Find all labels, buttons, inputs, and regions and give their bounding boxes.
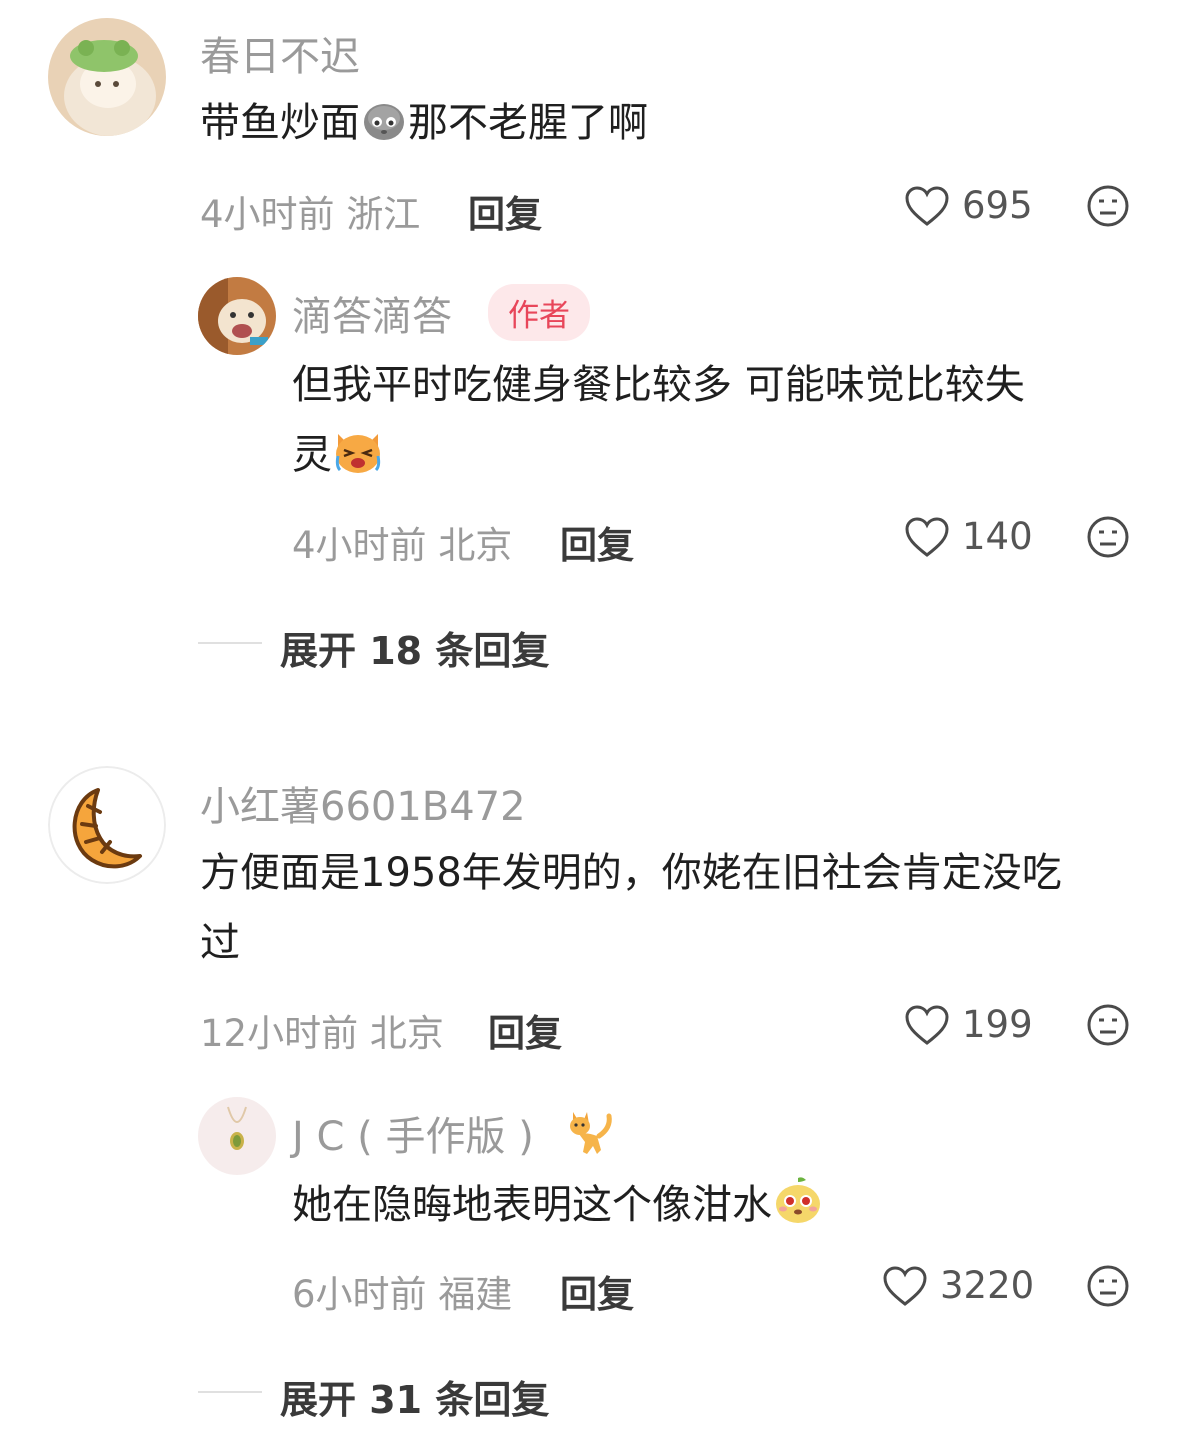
heart-outline-icon[interactable] (904, 516, 950, 558)
expand-replies-button[interactable]: 展开 31 条回复 (280, 1369, 549, 1424)
comment-time: 12小时前 (200, 1012, 359, 1055)
reply-time: 6小时前 (292, 1273, 427, 1316)
meh-face-icon[interactable] (1086, 184, 1130, 228)
reply-meta: 4小时前 北京 (292, 515, 512, 569)
crying-cat-emoji-icon (332, 426, 384, 498)
heart-outline-icon[interactable] (904, 185, 950, 227)
reply-location: 北京 (438, 524, 513, 567)
like-count: 140 (962, 515, 1033, 558)
pear-face-emoji-icon (772, 1174, 824, 1248)
expand-divider (198, 1391, 262, 1393)
expand-replies-button[interactable]: 展开 18 条回复 (280, 620, 549, 675)
avatar[interactable] (48, 18, 166, 136)
heart-outline-icon[interactable] (904, 1004, 950, 1046)
reply-text: 她在隐晦地表明这个像泔水 (292, 1170, 824, 1248)
reply-time: 4小时前 (292, 524, 427, 567)
comment-text-line: 方便面是1958年发明的，你姥在旧社会肯定没吃 (200, 850, 1062, 896)
reply-username[interactable]: J C ( 手作版 ) (292, 1104, 617, 1168)
meh-face-icon[interactable] (1086, 515, 1130, 559)
reply-button[interactable]: 回复 (560, 515, 634, 569)
reply-text-line: 但我平时吃健身餐比较多 可能味觉比较失 (292, 362, 1025, 408)
comment-text-before: 带鱼炒面 (200, 100, 360, 146)
comment-location: 北京 (369, 1012, 444, 1055)
cat-emoji-icon (565, 1106, 617, 1168)
meh-face-icon[interactable] (1086, 1264, 1130, 1308)
like-count: 3220 (940, 1264, 1035, 1307)
expand-divider (198, 642, 262, 644)
reply-meta: 6小时前 福建 (292, 1264, 512, 1318)
like-count: 199 (962, 1003, 1033, 1046)
heart-outline-icon[interactable] (882, 1265, 928, 1307)
avatar[interactable] (198, 1097, 276, 1175)
reply-button[interactable]: 回复 (468, 184, 542, 238)
comment-text: 方便面是1958年发明的，你姥在旧社会肯定没吃 过 (200, 838, 1180, 978)
comment-location: 浙江 (346, 193, 421, 236)
comment-text: 带鱼炒面 那不老腥了啊 (200, 88, 648, 166)
meh-face-icon[interactable] (1086, 1003, 1130, 1047)
comment-time: 4小时前 (200, 193, 335, 236)
reply-text-line: 灵 (292, 420, 1172, 498)
like-count: 695 (962, 184, 1033, 227)
reply-text: 但我平时吃健身餐比较多 可能味觉比较失 灵 (292, 350, 1172, 498)
rock-face-emoji-icon (360, 96, 408, 166)
avatar[interactable] (48, 766, 166, 884)
avatar[interactable] (198, 277, 276, 355)
reply-button[interactable]: 回复 (560, 1264, 634, 1318)
comment-username[interactable]: 春日不迟 (200, 24, 360, 82)
reply-location: 福建 (438, 1273, 513, 1316)
reply-text-line2: 灵 (292, 432, 332, 478)
comment-meta: 12小时前 北京 (200, 1003, 444, 1057)
reply-button[interactable]: 回复 (488, 1003, 562, 1057)
comment-text-line: 过 (200, 920, 240, 966)
comment-meta: 4小时前 浙江 (200, 184, 420, 238)
reply-username-text: J C ( 手作版 ) (292, 1114, 534, 1160)
reply-text-body: 她在隐晦地表明这个像泔水 (292, 1182, 772, 1228)
reply-username[interactable]: 滴答滴答 (292, 284, 452, 342)
author-badge: 作者 (488, 284, 590, 341)
comment-username[interactable]: 小红薯6601B472 (200, 774, 526, 832)
comment-text-after: 那不老腥了啊 (408, 100, 648, 146)
